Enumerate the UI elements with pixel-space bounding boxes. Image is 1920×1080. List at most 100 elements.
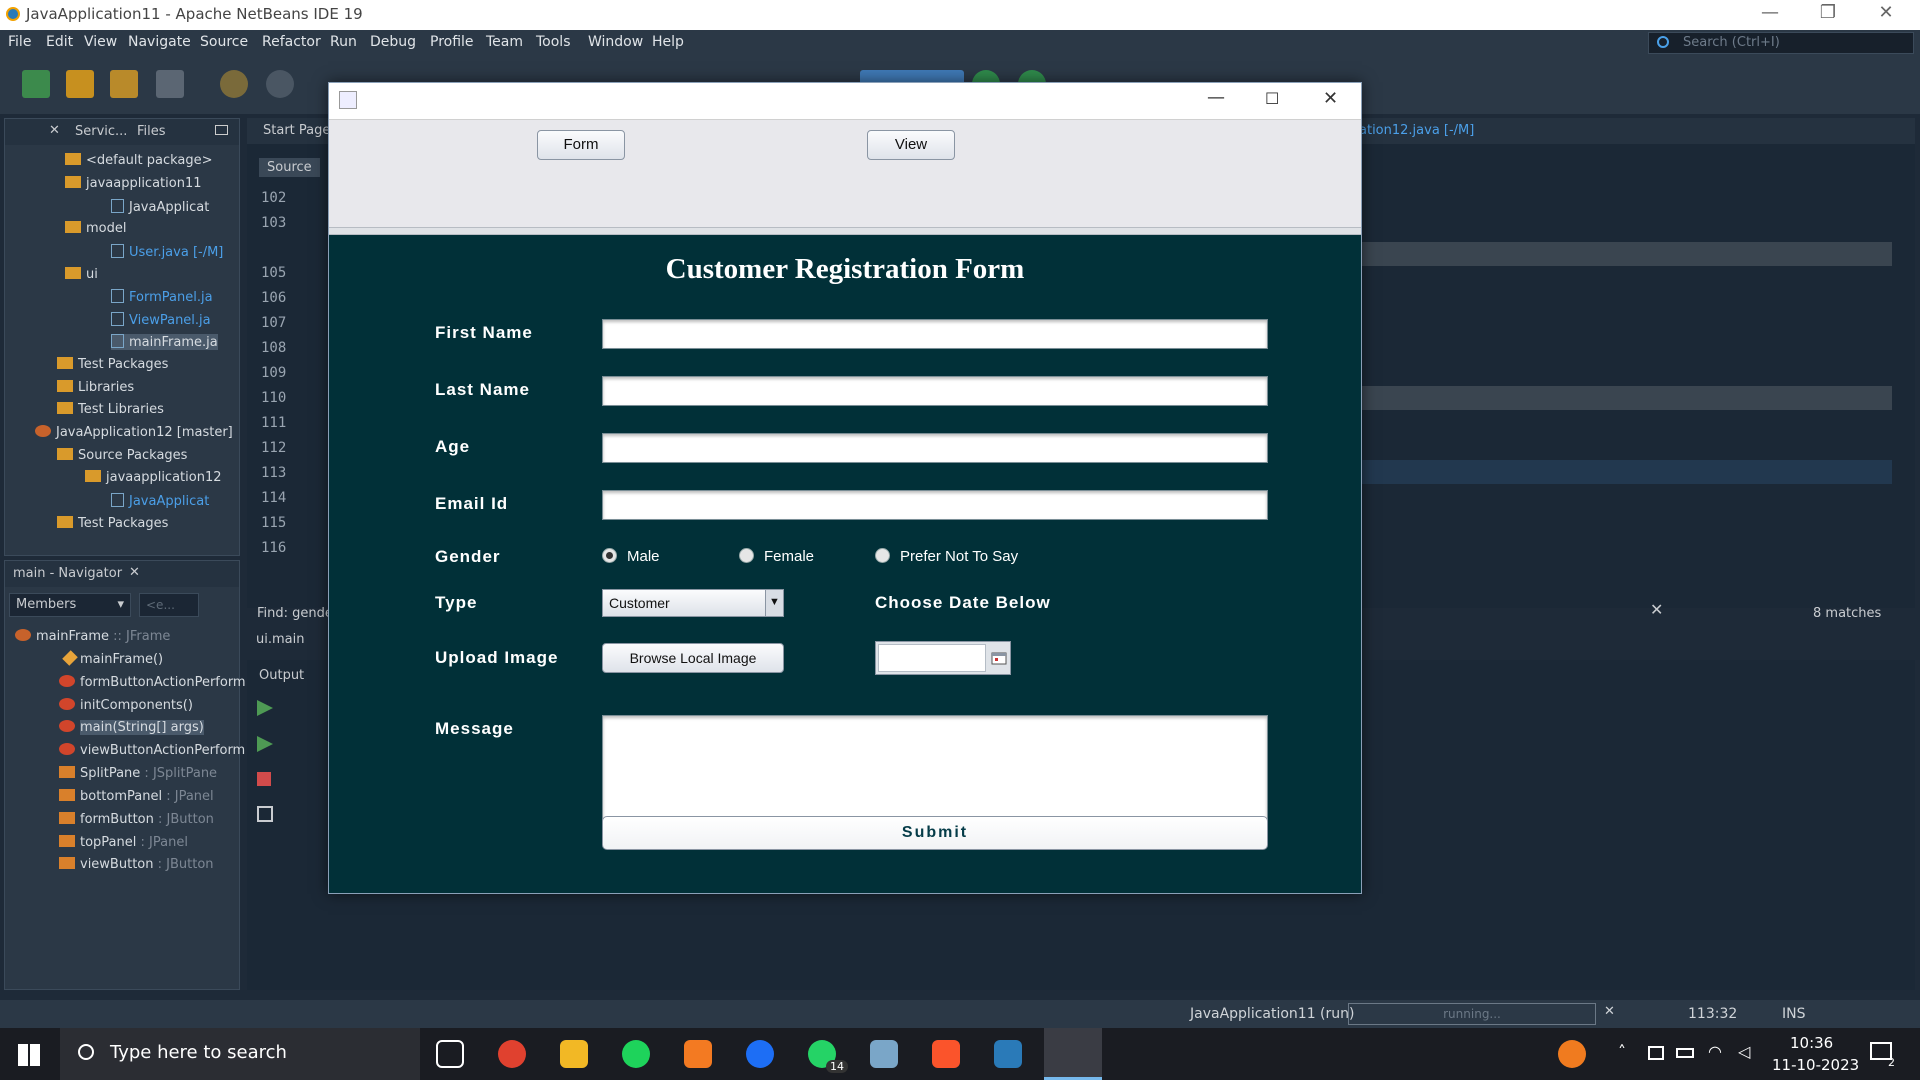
undo-icon[interactable] <box>220 70 248 98</box>
member-item[interactable]: SplitPane : JSplitPane <box>59 766 217 781</box>
settings-icon[interactable] <box>257 806 273 822</box>
new-file-icon[interactable] <box>22 70 50 98</box>
member-item[interactable]: topPanel : JPanel <box>59 835 188 850</box>
new-project-icon[interactable] <box>66 70 94 98</box>
xampp-icon[interactable] <box>684 1040 712 1068</box>
tree-item[interactable]: javaapplication11 <box>65 176 202 191</box>
java-app-taskbar-icon[interactable] <box>1044 1028 1102 1080</box>
tree-item[interactable]: JavaApplicat <box>111 493 209 509</box>
taskbar-search[interactable]: Type here to search <box>60 1028 420 1080</box>
menu-file[interactable]: File <box>8 34 31 50</box>
swing-maximize-button[interactable]: ☐ <box>1265 89 1279 108</box>
menu-refactor[interactable]: Refactor <box>262 34 321 50</box>
gender-female-label[interactable]: Female <box>764 548 814 565</box>
menu-tools[interactable]: Tools <box>536 34 571 50</box>
notification-app-icon[interactable] <box>1558 1040 1586 1068</box>
tree-item[interactable]: Test Libraries <box>57 402 164 417</box>
task-view-icon[interactable] <box>436 1040 464 1068</box>
stop-icon[interactable] <box>257 772 271 786</box>
gender-male-label[interactable]: Male <box>627 548 660 565</box>
menu-navigate[interactable]: Navigate <box>128 34 191 50</box>
tree-item[interactable]: Libraries <box>57 380 134 395</box>
menu-profile[interactable]: Profile <box>430 34 474 50</box>
calendar-icon[interactable] <box>990 645 1008 671</box>
email-field[interactable] <box>602 490 1268 520</box>
wifi-icon[interactable]: ◠ <box>1708 1042 1722 1061</box>
file-explorer-icon[interactable] <box>560 1040 588 1068</box>
tree-item[interactable]: Test Packages <box>57 516 168 531</box>
menu-view[interactable]: View <box>84 34 117 50</box>
rerun-with-params-icon[interactable] <box>257 736 273 752</box>
gender-female-radio[interactable] <box>739 548 754 563</box>
swing-close-button[interactable]: ✕ <box>1323 88 1338 109</box>
message-textarea[interactable] <box>602 715 1268 821</box>
member-item[interactable]: initComponents() <box>59 698 193 713</box>
member-item-selected[interactable]: main(String[] args) <box>59 720 204 735</box>
cancel-icon[interactable]: ✕ <box>1604 1004 1615 1019</box>
tree-item-selected[interactable]: mainFrame.ja <box>111 334 218 350</box>
menu-window[interactable]: Window <box>588 34 643 50</box>
last-name-field[interactable] <box>602 376 1268 406</box>
tree-item[interactable]: FormPanel.ja <box>111 289 213 305</box>
ide-search-input[interactable]: Search (Ctrl+I) <box>1648 32 1914 54</box>
save-all-icon[interactable] <box>156 70 184 98</box>
chrome-icon[interactable] <box>498 1040 526 1068</box>
tree-item[interactable]: javaapplication12 <box>85 470 222 485</box>
tab-files[interactable]: Files <box>137 124 166 139</box>
clock-time[interactable]: 10:36 <box>1790 1034 1833 1052</box>
tree-item[interactable]: Test Packages <box>57 357 168 372</box>
menu-source[interactable]: Source <box>200 34 248 50</box>
tree-item[interactable]: JavaApplication12 [master] <box>35 425 233 440</box>
age-field[interactable] <box>602 433 1268 463</box>
form-button[interactable]: Form <box>537 130 625 160</box>
member-item[interactable]: formButton : JButton <box>59 812 214 827</box>
menu-help[interactable]: Help <box>652 34 684 50</box>
split-pane-divider[interactable] <box>329 227 1361 235</box>
member-item[interactable]: mainFrame() <box>62 650 163 667</box>
redo-icon[interactable] <box>266 70 294 98</box>
spotify-icon[interactable] <box>622 1040 650 1068</box>
chevron-up-icon[interactable]: ˄ <box>1618 1042 1626 1061</box>
tree-item[interactable]: ui <box>65 267 98 282</box>
app-icon[interactable] <box>870 1040 898 1068</box>
navigator-title[interactable]: main - Navigator <box>13 566 122 581</box>
member-item[interactable]: bottomPanel : JPanel <box>59 789 214 804</box>
network-icon[interactable] <box>1648 1046 1664 1060</box>
member-item[interactable]: viewButtonActionPerform <box>59 743 245 758</box>
tree-root[interactable]: mainFrame :: JFrame <box>15 629 170 644</box>
tree-item[interactable]: Source Packages <box>57 448 187 463</box>
first-name-field[interactable] <box>602 319 1268 349</box>
menu-edit[interactable]: Edit <box>46 34 73 50</box>
restore-button[interactable]: ❐ <box>1808 2 1848 23</box>
date-input[interactable] <box>878 644 986 672</box>
close-button[interactable]: ✕ <box>1866 2 1906 23</box>
tab-javaapplication12[interactable]: ation12.java [-/M] <box>1359 123 1474 138</box>
clock-date[interactable]: 11-10-2023 <box>1772 1056 1859 1074</box>
tab-start-page[interactable]: Start Page <box>263 123 330 138</box>
browse-local-image-button[interactable]: Browse Local Image <box>602 643 784 673</box>
battery-icon[interactable] <box>1676 1048 1694 1058</box>
tab-output[interactable]: Output <box>259 668 304 683</box>
gender-prefer-not-radio[interactable] <box>875 548 890 563</box>
find-bar[interactable]: Find: gende <box>257 606 333 621</box>
tree-item[interactable]: ViewPanel.ja <box>111 312 211 328</box>
tab-source[interactable]: Source <box>259 158 320 177</box>
open-project-icon[interactable] <box>110 70 138 98</box>
member-item[interactable]: viewButton : JButton <box>59 857 214 872</box>
menu-run[interactable]: Run <box>330 34 357 50</box>
gender-prefer-not-label[interactable]: Prefer Not To Say <box>900 548 1018 565</box>
tree-item[interactable]: User.java [-/M] <box>111 244 223 260</box>
tree-item[interactable]: model <box>65 221 126 236</box>
members-select[interactable]: Members ▾ <box>9 593 131 617</box>
minimize-panel-icon[interactable] <box>215 125 228 135</box>
netbeans-taskbar-icon[interactable] <box>994 1040 1022 1068</box>
type-combobox[interactable]: Customer ▼ <box>602 589 784 617</box>
brave-icon[interactable] <box>932 1040 960 1068</box>
gender-male-radio[interactable] <box>602 548 617 563</box>
close-icon[interactable]: ✕ <box>129 565 140 580</box>
submit-button[interactable]: Submit <box>602 816 1268 850</box>
volume-icon[interactable]: ◁ <box>1738 1042 1750 1061</box>
minimize-button[interactable]: — <box>1750 2 1790 23</box>
filter-select[interactable]: <e... <box>139 593 199 617</box>
tab-services[interactable]: Servic... <box>75 124 127 139</box>
